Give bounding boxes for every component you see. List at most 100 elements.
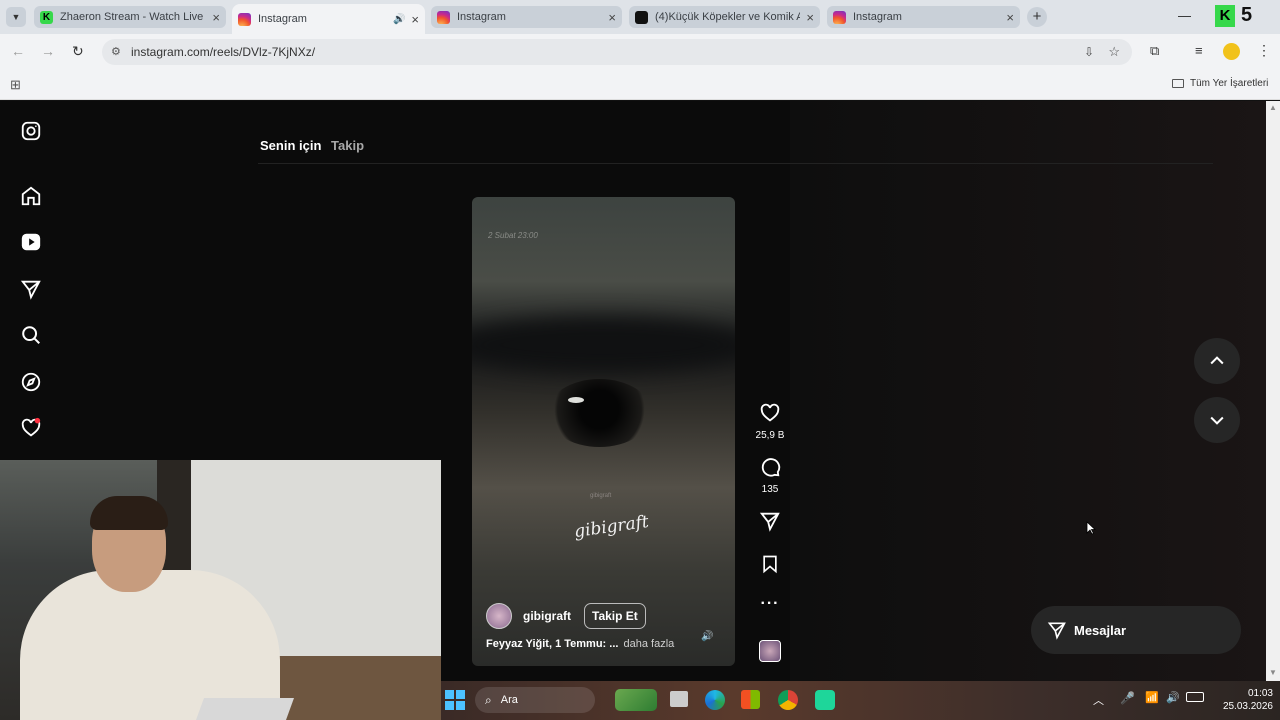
video-watermark: gibigraft — [572, 511, 650, 543]
close-icon[interactable]: × — [608, 10, 616, 25]
close-icon[interactable]: × — [1006, 10, 1014, 25]
caption-more-link[interactable]: daha fazla — [624, 638, 675, 650]
windows-start-icon[interactable] — [445, 690, 465, 710]
extensions-icon[interactable]: ⧉ — [1150, 43, 1159, 59]
tab-following[interactable]: Takip — [331, 138, 364, 153]
feed-divider — [258, 163, 1213, 164]
instagram-icon — [437, 10, 450, 24]
like-action[interactable]: 25,9 B — [752, 402, 788, 441]
edge-icon[interactable] — [705, 690, 725, 710]
save-action[interactable] — [752, 553, 788, 580]
bookmark-icon — [763, 555, 777, 574]
chevron-up-icon[interactable]: ︿ — [1093, 692, 1104, 708]
like-count: 25,9 B — [755, 430, 785, 441]
tab-zhaeron-stream[interactable]: K Zhaeron Stream - Watch Live o × — [34, 6, 226, 28]
windows-taskbar: ⌕ Ara ︿ 🎤 📶 🔊 01:03 25.03.2026 — [441, 681, 1280, 720]
folder-icon — [1172, 79, 1184, 88]
audio-thumbnail[interactable] — [759, 640, 781, 662]
kick-icon: K — [1215, 4, 1235, 27]
webcam-person-hair — [90, 496, 168, 530]
profile-avatar[interactable] — [1223, 43, 1240, 60]
menu-icon[interactable]: ⋮ — [1257, 42, 1271, 59]
reel-caption: Feyyaz Yiğit, 1 Temmu: ... daha fazla — [486, 638, 674, 650]
install-app-icon[interactable]: ⇩ — [1084, 39, 1094, 65]
kick-badge: K 5 — [1215, 4, 1252, 27]
author-avatar[interactable] — [486, 603, 512, 629]
webcam-keyboard — [195, 698, 295, 720]
address-toolbar: ← → ↻ ⚙ instagram.com/reels/DVlz-7KjNXz/… — [0, 34, 1280, 70]
page-background — [790, 101, 1266, 681]
all-bookmarks-folder[interactable]: Tüm Yer İşaretleri — [1172, 78, 1268, 89]
explore-icon[interactable] — [20, 371, 42, 393]
reels-icon[interactable] — [20, 231, 42, 253]
reload-icon[interactable]: ↻ — [72, 43, 84, 60]
store-icon[interactable] — [741, 690, 760, 709]
new-tab-button[interactable]: + — [1027, 7, 1047, 27]
tab-instagram-3[interactable]: Instagram × — [827, 6, 1020, 28]
page-scrollbar[interactable]: ▲ ▼ — [1266, 101, 1280, 681]
search-icon: ⌕ — [485, 692, 492, 707]
url-field[interactable]: ⚙ instagram.com/reels/DVlz-7KjNXz/ ⇩ ☆ — [102, 39, 1132, 65]
close-icon[interactable]: × — [212, 10, 220, 25]
chevron-up-icon — [1210, 356, 1224, 365]
bookmark-star-icon[interactable]: ☆ — [1108, 39, 1120, 65]
comment-action[interactable]: 135 — [752, 456, 788, 495]
tiktok-icon — [635, 10, 648, 24]
close-icon[interactable]: × — [411, 12, 419, 27]
wifi-icon[interactable]: 📶 — [1145, 691, 1159, 704]
eye-iris — [547, 379, 652, 447]
video-small-tag: gibigraft — [590, 493, 612, 499]
instagram-icon — [238, 12, 251, 26]
clock-time: 01:03 — [1247, 688, 1273, 699]
comment-count: 135 — [761, 484, 779, 495]
more-horizontal-icon: ··· — [760, 595, 780, 612]
home-icon[interactable] — [20, 185, 42, 207]
messages-label: Mesajlar — [1074, 622, 1127, 638]
back-icon[interactable]: ← — [11, 43, 25, 59]
taskbar-search[interactable]: ⌕ Ara — [475, 687, 595, 713]
scroll-down-arrow-icon[interactable]: ▼ — [1269, 668, 1277, 677]
close-icon[interactable]: × — [806, 10, 814, 25]
chrome-icon[interactable] — [778, 690, 798, 710]
direct-send-icon — [1047, 622, 1066, 640]
tab-list-button[interactable]: ▼ — [6, 7, 26, 27]
taskbar-clock[interactable]: 01:03 25.03.2026 — [1209, 687, 1273, 713]
follow-button[interactable]: Takip Et — [584, 603, 646, 629]
previous-reel-button[interactable] — [1194, 338, 1240, 384]
volume-icon[interactable]: 🔊 — [1166, 691, 1180, 704]
file-explorer-icon[interactable] — [670, 691, 688, 707]
next-reel-button[interactable] — [1194, 397, 1240, 443]
tab-instagram-2[interactable]: Instagram × — [431, 6, 622, 28]
tracker-app-icon[interactable] — [815, 690, 835, 710]
minimize-button[interactable]: — — [1178, 8, 1191, 23]
instagram-logo-icon[interactable] — [20, 120, 42, 142]
author-username[interactable]: gibigraft — [523, 609, 571, 623]
tab-tiktok[interactable]: (4)Küçük Köpekler ve Komik An × — [629, 6, 820, 28]
volume-icon[interactable]: 🔊 — [701, 631, 713, 642]
messages-button[interactable]: Mesajlar — [1031, 606, 1241, 654]
forward-icon[interactable]: → — [41, 43, 55, 59]
share-icon — [759, 512, 780, 532]
instagram-icon — [833, 10, 846, 24]
tab-for-you[interactable]: Senin için — [260, 138, 321, 153]
share-action[interactable] — [752, 510, 788, 537]
media-control-icon[interactable]: ≡ — [1195, 43, 1203, 58]
apps-grid-icon[interactable]: ⊞ — [10, 77, 21, 93]
microphone-icon[interactable]: 🎤 — [1120, 691, 1135, 705]
comment-icon — [761, 458, 781, 477]
speaker-icon[interactable]: 🔊 — [393, 14, 405, 25]
bookmarks-bar: ⊞ Tüm Yer İşaretleri — [0, 70, 1280, 100]
direct-send-icon[interactable] — [20, 278, 42, 300]
browser-tabbar: ▼ K Zhaeron Stream - Watch Live o × Inst… — [0, 0, 1280, 34]
battery-icon[interactable] — [1186, 692, 1204, 702]
reel-author: gibigraft Takip Et — [486, 603, 646, 629]
widgets-icon[interactable] — [615, 689, 657, 711]
site-info-icon[interactable]: ⚙ — [111, 39, 121, 65]
notifications-heart-icon[interactable] — [20, 417, 42, 439]
search-icon[interactable] — [20, 324, 42, 346]
reel-video[interactable]: 2 Subat 23:00 gibigraft gibigraft gibigr… — [472, 197, 735, 666]
kick-icon: K — [40, 10, 53, 24]
tab-instagram-active[interactable]: Instagram 🔊 × — [232, 4, 425, 34]
more-options-action[interactable]: ··· — [752, 595, 788, 613]
scroll-up-arrow-icon[interactable]: ▲ — [1269, 103, 1277, 112]
